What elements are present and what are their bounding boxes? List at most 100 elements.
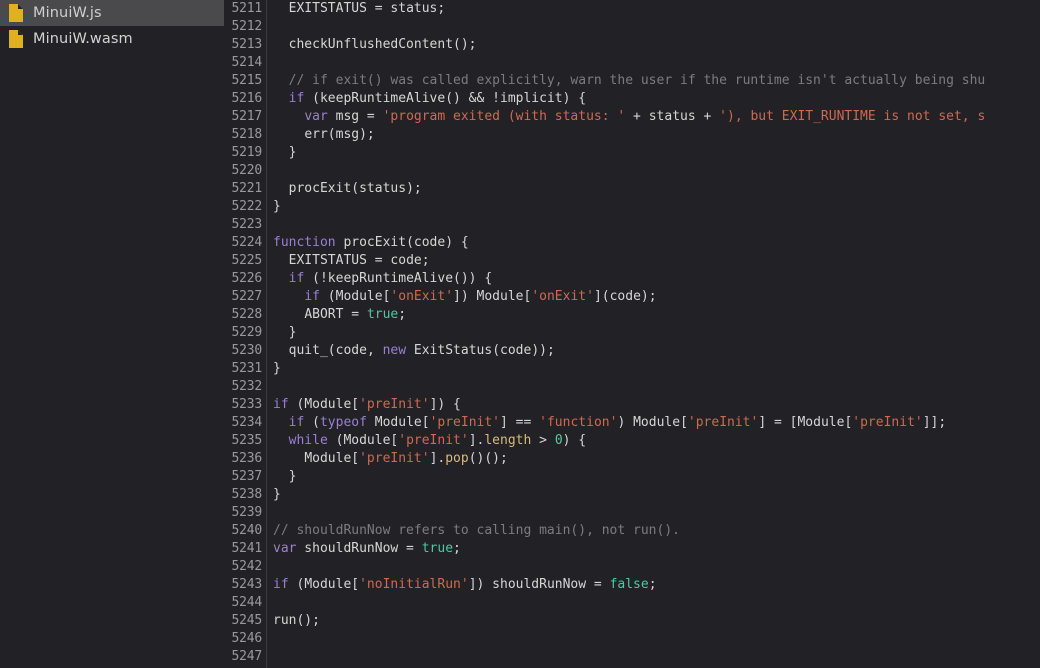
code-token: 'preInit': [398, 433, 469, 448]
code-token: [: [421, 415, 430, 430]
code-viewport[interactable]: EXITSTATUS = status; checkUnflushedConte…: [267, 0, 1040, 668]
code-token: while: [288, 433, 328, 448]
code-token: err: [304, 127, 328, 142]
code-token: =: [366, 253, 391, 268]
line-number: 5243: [231, 577, 262, 592]
code-token: status: [648, 109, 696, 124]
code-token: (: [406, 235, 414, 250]
code-token: status: [359, 181, 407, 196]
code-token: (: [327, 343, 336, 358]
code-token: 0: [554, 433, 563, 448]
code-token: Module: [304, 577, 352, 592]
code-token: if: [288, 415, 305, 430]
code-token: ) {: [562, 433, 587, 448]
code-token: (: [319, 289, 336, 304]
line-number: 5238: [231, 487, 262, 502]
code-token: implicit: [500, 91, 563, 106]
code-line: ABORT = true;: [273, 306, 1040, 324]
file-item-minuiw-wasm[interactable]: MinuiW.wasm: [0, 26, 224, 52]
line-number: 5233: [231, 397, 262, 412]
file-item-minuiw-js[interactable]: MinuiW.js: [0, 0, 224, 26]
code-token: [: [351, 397, 360, 412]
line-number: 5245: [231, 613, 262, 628]
code-token: // if exit() was called explicitly, warn…: [288, 73, 986, 88]
code-token: code: [390, 253, 422, 268]
line-number: 5224: [231, 235, 262, 250]
code-line: function procExit(code) {: [273, 234, 1040, 252]
code-token: ,: [366, 343, 383, 358]
code-line: Module['preInit'].pop()();: [273, 450, 1040, 468]
code-token: );: [406, 181, 422, 196]
line-number: 5236: [231, 451, 262, 466]
line-number: 5218: [231, 127, 262, 142]
code-token: [: [680, 415, 688, 430]
file-item-label: MinuiW.wasm: [33, 31, 133, 47]
code-token: () && !: [445, 91, 500, 106]
code-line: var shouldRunNow = true;: [273, 540, 1040, 558]
code-token: ;: [648, 577, 657, 592]
code-token: =: [366, 1, 391, 16]
code-token: procExit: [343, 235, 407, 250]
code-token: EXITSTATUS: [288, 253, 367, 268]
code-token: ));: [531, 343, 555, 358]
code-token: if: [288, 271, 305, 286]
line-number-gutter: 5211 5212 5213 5214 5215 5216 5217 5218 5219 5220…: [224, 0, 267, 668]
line-number: 5228: [231, 307, 262, 322]
code-token: }: [273, 361, 281, 376]
code-token: false: [609, 577, 649, 592]
code-line: if (Module['preInit']) {: [273, 396, 1040, 414]
code-content[interactable]: EXITSTATUS = status; checkUnflushedConte…: [267, 0, 1040, 668]
code-token: 'preInit': [359, 451, 430, 466]
line-number: 5217: [231, 109, 262, 124]
code-token: ) {: [445, 235, 469, 250]
line-number: 5242: [231, 559, 262, 574]
code-line: }: [273, 468, 1040, 486]
code-token: new: [382, 343, 407, 358]
line-number: 5239: [231, 505, 262, 520]
code-token: }: [273, 325, 297, 340]
code-token: =: [343, 307, 367, 322]
code-token: >: [531, 433, 555, 448]
line-number: 5232: [231, 379, 262, 394]
code-line: }: [273, 144, 1040, 162]
file-list: MinuiW.js MinuiW.wasm: [0, 0, 224, 52]
code-editor: 5211 5212 5213 5214 5215 5216 5217 5218 5219 5220…: [224, 0, 1040, 668]
code-token: code: [500, 343, 532, 358]
code-token: true: [421, 541, 454, 556]
code-token: var: [304, 109, 328, 124]
code-token: 'preInit': [429, 415, 501, 430]
code-line: // if exit() was called explicitly, warn…: [273, 72, 1040, 90]
line-number: 5215: [231, 73, 262, 88]
code-token: ]];: [922, 415, 947, 430]
code-line: if (!keepRuntimeAlive()) {: [273, 270, 1040, 288]
code-token: ;: [437, 1, 446, 16]
line-number: 5246: [231, 631, 262, 646]
code-line: }: [273, 486, 1040, 504]
code-line: if (Module['noInitialRun']) shouldRunNow…: [273, 576, 1040, 594]
file-document-icon: [9, 30, 23, 48]
code-token: }: [273, 145, 297, 160]
code-token: 'onExit': [390, 289, 454, 304]
code-token: ();: [453, 37, 477, 52]
code-line: while (Module['preInit'].length > 0) {: [273, 432, 1040, 450]
line-number: 5222: [231, 199, 262, 214]
code-token: (: [288, 397, 305, 412]
code-token: typeof: [319, 415, 367, 430]
code-token: ]) {: [429, 397, 461, 412]
code-token: ;: [421, 253, 430, 268]
code-token: quit_: [288, 343, 328, 358]
code-line: err(msg);: [273, 126, 1040, 144]
